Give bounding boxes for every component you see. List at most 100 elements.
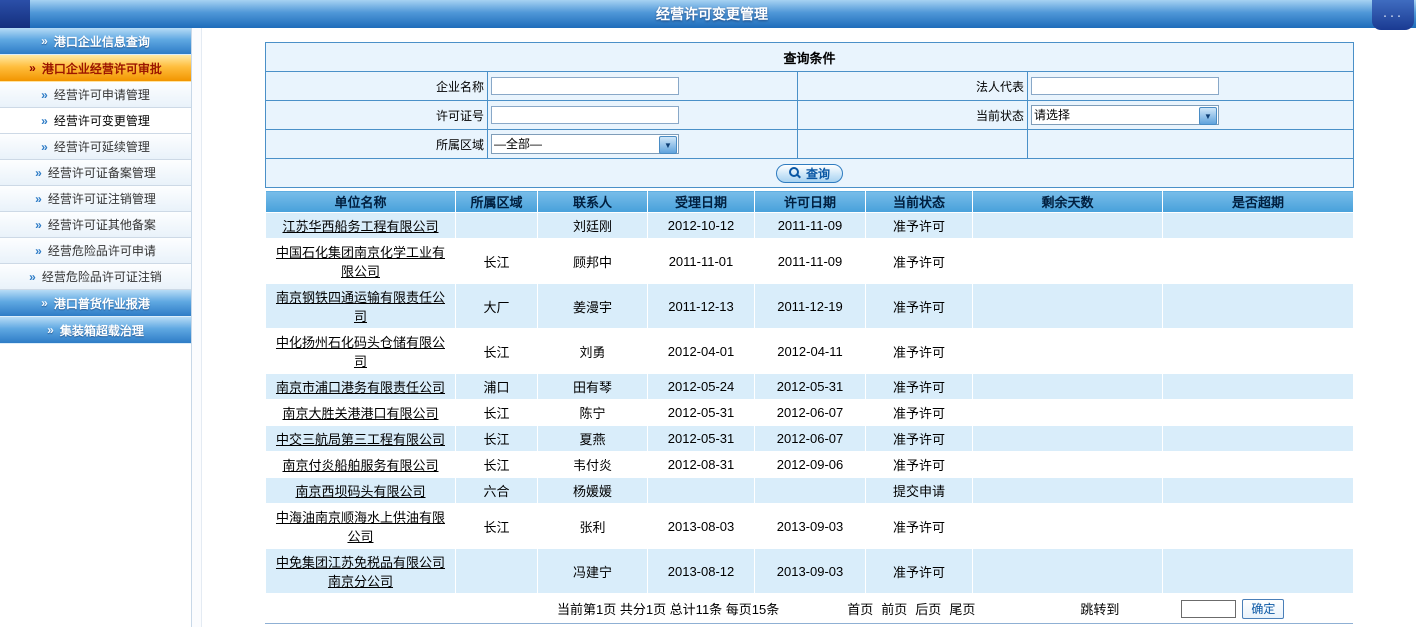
sidebar-item-5[interactable]: »经营许可证备案管理 bbox=[0, 160, 191, 186]
double-arrow-icon: » bbox=[35, 218, 42, 232]
search-icon bbox=[789, 167, 801, 179]
pager-links: 首页前页后页尾页 bbox=[847, 599, 975, 618]
table-cell-overdue bbox=[1163, 284, 1354, 329]
table-cell-remaining bbox=[973, 504, 1163, 549]
sidebar-item-11[interactable]: »集装箱超载治理 bbox=[0, 317, 191, 344]
company-name-cell: 中海油南京顺海水上供油有限公司 bbox=[266, 504, 456, 549]
company-name-link[interactable]: 江苏华西船务工程有限公司 bbox=[282, 219, 438, 234]
confirm-button[interactable]: 确定 bbox=[1242, 599, 1284, 619]
jump-page-input[interactable] bbox=[1181, 600, 1236, 618]
table-row: 中交三航局第三工程有限公司长江夏燕2012-05-312012-06-07准予许… bbox=[266, 426, 1354, 452]
table-cell-accept_date: 2012-04-01 bbox=[648, 329, 755, 374]
region-cell: —全部— bbox=[488, 130, 798, 159]
content-inner: 查询条件 企业名称 法人代表 bbox=[265, 42, 1353, 624]
table-cell-accept_date: 2013-08-12 bbox=[648, 549, 755, 594]
table-cell-remaining bbox=[973, 452, 1163, 478]
sidebar-item-3[interactable]: »经营许可变更管理 bbox=[0, 108, 191, 134]
results-table: 单位名称所属区域联系人受理日期许可日期当前状态剩余天数是否超期 江苏华西船务工程… bbox=[265, 190, 1354, 594]
sidebar-item-7[interactable]: »经营许可证其他备案 bbox=[0, 212, 191, 238]
column-header: 是否超期 bbox=[1163, 191, 1354, 213]
company-name-cell: 南京钢铁四通运输有限责任公司 bbox=[266, 284, 456, 329]
status-select[interactable]: 请选择 bbox=[1031, 105, 1219, 125]
legal-rep-input[interactable] bbox=[1031, 77, 1219, 95]
jump-to-label: 跳转到 bbox=[1080, 599, 1119, 618]
table-cell-remaining bbox=[973, 329, 1163, 374]
sidebar-item-label: 港口企业信息查询 bbox=[54, 33, 150, 50]
company-name-link[interactable]: 中免集团江苏免税品有限公司南京分公司 bbox=[276, 555, 445, 589]
pager-link[interactable]: 后页 bbox=[915, 599, 941, 618]
sidebar-item-label: 经营危险品许可申请 bbox=[48, 242, 156, 259]
sidebar-splitter[interactable] bbox=[192, 28, 202, 627]
company-name-link[interactable]: 南京付炎船舶服务有限公司 bbox=[282, 458, 438, 473]
table-cell-accept_date: 2012-08-31 bbox=[648, 452, 755, 478]
double-arrow-icon: » bbox=[41, 34, 48, 48]
company-name-link[interactable]: 中化扬州石化码头仓储有限公司 bbox=[276, 335, 445, 369]
sidebar-item-label: 经营许可延续管理 bbox=[54, 138, 150, 155]
table-cell-region bbox=[456, 549, 538, 594]
license-no-input[interactable] bbox=[491, 106, 679, 124]
company-name-link[interactable]: 中海油南京顺海水上供油有限公司 bbox=[276, 510, 445, 544]
table-cell-overdue bbox=[1163, 374, 1354, 400]
company-name-cell: 南京大胜关港港口有限公司 bbox=[266, 400, 456, 426]
table-row: 中海油南京顺海水上供油有限公司长江张利2013-08-032013-09-03准… bbox=[266, 504, 1354, 549]
company-name-cell: 中化扬州石化码头仓储有限公司 bbox=[266, 329, 456, 374]
table-cell-accept_date: 2011-11-01 bbox=[648, 239, 755, 284]
company-name-label: 企业名称 bbox=[266, 72, 488, 101]
region-label: 所属区域 bbox=[266, 130, 488, 159]
table-cell-status: 准予许可 bbox=[866, 239, 973, 284]
table-cell-contact: 田有琴 bbox=[538, 374, 648, 400]
license-no-cell bbox=[488, 101, 798, 130]
empty-label-cell bbox=[798, 130, 1028, 159]
sidebar-item-9[interactable]: »经营危险品许可证注销 bbox=[0, 264, 191, 290]
pagination-summary: 当前第1页 共分1页 总计11条 每页15条 bbox=[557, 599, 779, 618]
pager-link[interactable]: 首页 bbox=[847, 599, 873, 618]
company-name-link[interactable]: 中交三航局第三工程有限公司 bbox=[276, 432, 445, 447]
top-header: 经营许可变更管理 ··· bbox=[0, 0, 1416, 28]
table-cell-accept_date: 2012-05-31 bbox=[648, 426, 755, 452]
legal-rep-cell bbox=[1028, 72, 1354, 101]
legal-rep-label: 法人代表 bbox=[798, 72, 1028, 101]
table-cell-remaining bbox=[973, 426, 1163, 452]
column-header: 联系人 bbox=[538, 191, 648, 213]
sidebar-item-6[interactable]: »经营许可证注销管理 bbox=[0, 186, 191, 212]
pagination-bar: 当前第1页 共分1页 总计11条 每页15条 首页前页后页尾页 跳转到 确定 bbox=[265, 594, 1353, 624]
search-button-label: 查询 bbox=[806, 165, 830, 182]
region-select[interactable]: —全部— bbox=[491, 134, 679, 154]
company-name-cell: 南京西坝码头有限公司 bbox=[266, 478, 456, 504]
company-name-link[interactable]: 南京大胜关港港口有限公司 bbox=[282, 406, 438, 421]
region-select-wrap: —全部— bbox=[491, 134, 679, 154]
pager-link[interactable]: 尾页 bbox=[949, 599, 975, 618]
sidebar-item-10[interactable]: » 港口普货作业报港 bbox=[0, 290, 191, 317]
table-cell-status: 提交申请 bbox=[866, 478, 973, 504]
page: 经营许可变更管理 ··· »港口企业信息查询»港口企业经营许可审批»经营许可申请… bbox=[0, 0, 1416, 627]
sidebar-item-8[interactable]: »经营危险品许可申请 bbox=[0, 238, 191, 264]
double-arrow-icon: » bbox=[41, 296, 48, 310]
double-arrow-icon: » bbox=[47, 323, 54, 337]
search-button[interactable]: 查询 bbox=[776, 164, 843, 183]
sidebar-item-label: 港口企业经营许可审批 bbox=[42, 60, 162, 77]
company-name-input[interactable] bbox=[491, 77, 679, 95]
company-name-link[interactable]: 南京市浦口港务有限责任公司 bbox=[276, 380, 445, 395]
company-name-link[interactable]: 南京西坝码头有限公司 bbox=[295, 484, 425, 499]
sidebar-item-1[interactable]: »港口企业经营许可审批 bbox=[0, 55, 191, 82]
sidebar-item-label: 港口普货作业报港 bbox=[54, 295, 150, 312]
sidebar-item-0[interactable]: » 港口企业信息查询 bbox=[0, 28, 191, 55]
table-cell-status: 准予许可 bbox=[866, 426, 973, 452]
table-cell-remaining bbox=[973, 549, 1163, 594]
sidebar-item-2[interactable]: »经营许可申请管理 bbox=[0, 82, 191, 108]
table-row: 南京市浦口港务有限责任公司浦口田有琴2012-05-242012-05-31准予… bbox=[266, 374, 1354, 400]
empty-input-cell bbox=[1028, 130, 1354, 159]
status-label: 当前状态 bbox=[798, 101, 1028, 130]
company-name-link[interactable]: 南京钢铁四通运输有限责任公司 bbox=[276, 290, 445, 324]
column-header: 受理日期 bbox=[648, 191, 755, 213]
license-no-label: 许可证号 bbox=[266, 101, 488, 130]
table-cell-accept_date bbox=[648, 478, 755, 504]
sidebar-item-4[interactable]: »经营许可延续管理 bbox=[0, 134, 191, 160]
company-name-link[interactable]: 中国石化集团南京化学工业有限公司 bbox=[276, 245, 445, 279]
double-arrow-icon: » bbox=[29, 270, 36, 284]
table-cell-status: 准予许可 bbox=[866, 374, 973, 400]
pager-link[interactable]: 前页 bbox=[881, 599, 907, 618]
table-row: 中免集团江苏免税品有限公司南京分公司冯建宁2013-08-122013-09-0… bbox=[266, 549, 1354, 594]
table-cell-accept_date: 2012-05-24 bbox=[648, 374, 755, 400]
table-cell-status: 准予许可 bbox=[866, 400, 973, 426]
